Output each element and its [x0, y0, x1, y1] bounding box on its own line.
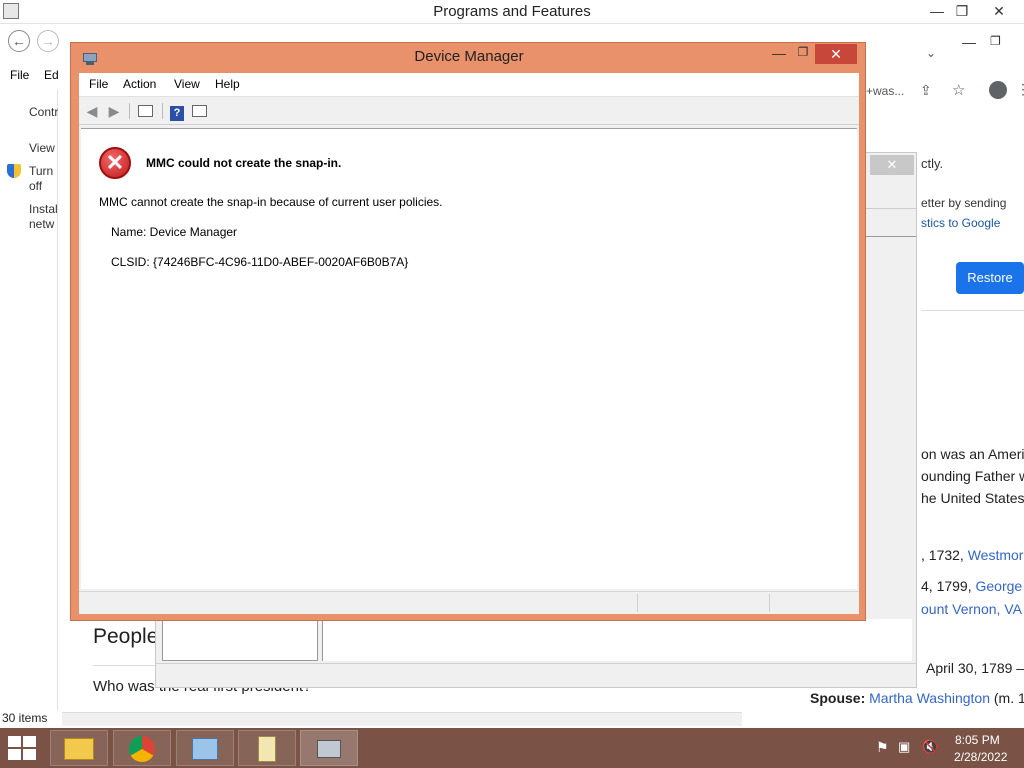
- chrome-panel-divider: [921, 310, 1024, 311]
- people-heading-divider: [93, 665, 158, 666]
- network-icon[interactable]: ▣: [898, 739, 910, 755]
- wiki-spouse-line: Spouse: Martha Washington (m. 17: [810, 690, 1024, 706]
- chrome-info-text-3: stics to Google: [921, 216, 1001, 230]
- background-dialog-statusbar: [156, 663, 916, 685]
- pf-link-view-updates[interactable]: View: [29, 141, 58, 155]
- error-message: MMC cannot create the snap-in because of…: [99, 195, 443, 209]
- dm-menu-bar: File Action View Help: [79, 73, 859, 97]
- chrome-omnibox-text[interactable]: +was...: [866, 84, 904, 98]
- pf-titlebar[interactable]: Programs and Features — ❐ ✕: [0, 0, 1024, 24]
- show-hide-console-tree-icon[interactable]: [136, 102, 154, 120]
- wiki-died-line: 4, 1799, George: [921, 578, 1022, 594]
- pf-close-button[interactable]: ✕: [984, 0, 1014, 22]
- toolbar-separator-2: [162, 103, 163, 119]
- wiki-spouse-link[interactable]: Martha Washington: [869, 690, 990, 706]
- wiki-died-place-link[interactable]: ount Vernon, VA: [921, 601, 1022, 617]
- wiki-died-link[interactable]: George: [976, 578, 1023, 594]
- pf-menu-bar: File Ed: [0, 64, 70, 84]
- pf-menu-edit[interactable]: Ed: [44, 68, 59, 82]
- dm-close-button[interactable]: ✕: [815, 44, 857, 64]
- pf-left-pane: Contr View Turn off Instal netw: [0, 90, 58, 710]
- device-manager-window: Device Manager — ❐ ✕ File Action View He…: [70, 42, 866, 621]
- chrome-minimize-button[interactable]: —: [962, 34, 976, 50]
- star-icon[interactable]: ☆: [952, 81, 965, 99]
- device-manager-icon[interactable]: [300, 730, 358, 766]
- wiki-line-2: ounding Father w: [921, 468, 1024, 484]
- error-clsid: CLSID: {74246BFC-4C96-11D0-ABEF-0020AF6B…: [111, 255, 409, 269]
- wiki-born-date: , 1732,: [921, 547, 968, 563]
- action-center-flag-icon[interactable]: ⚑: [876, 739, 889, 756]
- control-panel-icon[interactable]: [176, 730, 234, 766]
- clock-date[interactable]: 2/28/2022: [954, 750, 1007, 764]
- chrome-info-text-1: ctly.: [921, 156, 944, 171]
- dm-menu-help[interactable]: Help: [215, 77, 240, 91]
- wiki-spouse-label: Spouse:: [810, 690, 866, 706]
- help-icon[interactable]: ?: [168, 102, 186, 121]
- restore-button[interactable]: Restore: [956, 262, 1024, 294]
- wiki-line-1: on was an Americ: [921, 446, 1024, 462]
- profile-avatar-icon[interactable]: [989, 81, 1007, 99]
- start-windows-icon[interactable]: [8, 736, 38, 760]
- chrome-info-text-2: etter by sending: [921, 196, 1007, 210]
- shield-icon: [7, 164, 21, 178]
- wiki-died-date: 4, 1799,: [921, 578, 976, 594]
- dm-content-pane: ✕ MMC could not create the snap-in. MMC …: [81, 128, 857, 589]
- dm-client-area: File Action View Help ◀ ▶ ? ✕ MMC could …: [79, 73, 859, 614]
- wiki-born-link[interactable]: Westmor: [968, 547, 1024, 563]
- dm-maximize-button[interactable]: ❐: [791, 45, 815, 63]
- wiki-line-3: he United States: [921, 490, 1024, 506]
- error-x-icon: ✕: [99, 147, 131, 179]
- show-hide-action-pane-icon[interactable]: [190, 102, 208, 120]
- forward-arrow-icon[interactable]: →: [37, 30, 59, 52]
- dm-window-title: Device Manager: [414, 48, 524, 65]
- chrome-tab-dropdown-icon[interactable]: ⌄: [926, 46, 936, 60]
- dm-status-bar: [79, 591, 859, 613]
- pf-link-control-panel[interactable]: Contr: [29, 105, 58, 119]
- pf-link-install-network-2[interactable]: netw: [29, 217, 58, 231]
- chrome-maximize-button[interactable]: ❐: [990, 34, 1001, 48]
- share-icon[interactable]: ⇪: [920, 82, 932, 99]
- error-snapin-name: Name: Device Manager: [111, 225, 238, 239]
- pf-link-install-network[interactable]: Instal: [29, 202, 58, 216]
- dm-menu-file[interactable]: File: [89, 77, 108, 91]
- pf-horizontal-scrollbar[interactable]: [62, 712, 742, 726]
- chrome-menu-icon[interactable]: ⋮: [1016, 81, 1024, 98]
- background-dialog-list-pane: [322, 619, 912, 661]
- back-arrow-icon[interactable]: ←: [8, 30, 30, 52]
- background-dialog-tree-pane: [162, 619, 318, 661]
- pf-window-title: Programs and Features: [433, 3, 591, 20]
- pf-menu-file[interactable]: File: [10, 68, 29, 82]
- volume-muted-icon[interactable]: 🔇: [922, 739, 938, 755]
- background-dialog-close-button[interactable]: ✕: [870, 155, 914, 175]
- wiki-born-line: , 1732, Westmor: [921, 547, 1023, 563]
- pf-maximize-button[interactable]: ❐: [947, 0, 977, 22]
- error-title: MMC could not create the snap-in.: [146, 156, 342, 170]
- dm-toolbar: ◀ ▶ ?: [79, 97, 859, 125]
- taskbar: ⚑ ▣ 🔇 8:05 PM 2/28/2022: [0, 728, 1024, 768]
- wiki-spouse-suffix: (m. 17: [993, 690, 1024, 706]
- dm-menu-action[interactable]: Action: [123, 77, 156, 91]
- pf-nav-bar: ← →: [0, 28, 70, 56]
- chrome-icon[interactable]: [113, 730, 171, 766]
- dm-minimize-button[interactable]: —: [767, 45, 791, 63]
- pf-link-turn-features-2[interactable]: off: [29, 179, 58, 193]
- people-heading: People: [93, 625, 159, 648]
- status-divider-1: [637, 594, 638, 612]
- chrome-toolbar: +was... ⇪ ☆ ⋮: [866, 76, 1024, 106]
- pf-status-count: 30 items: [2, 711, 48, 725]
- pf-link-turn-features[interactable]: Turn: [29, 164, 58, 178]
- wiki-term-line: April 30, 1789 –: [926, 660, 1024, 676]
- notepad-icon[interactable]: [238, 730, 296, 766]
- back-arrow-icon[interactable]: ◀: [83, 102, 101, 120]
- system-tray: ⚑ ▣ 🔇 8:05 PM 2/28/2022: [870, 728, 1024, 768]
- toolbar-separator: [129, 103, 130, 119]
- file-explorer-icon[interactable]: [50, 730, 108, 766]
- forward-arrow-icon[interactable]: ▶: [105, 102, 123, 120]
- status-divider-2: [769, 594, 770, 612]
- clock-time[interactable]: 8:05 PM: [955, 733, 1000, 747]
- dm-menu-view[interactable]: View: [174, 77, 200, 91]
